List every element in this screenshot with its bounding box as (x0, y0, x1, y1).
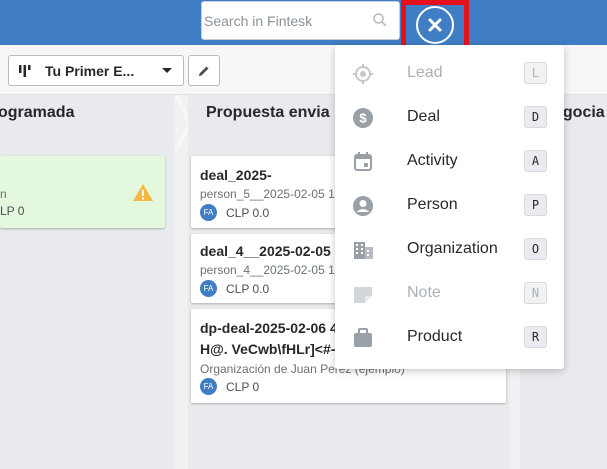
deal-card-title: deal_4__2025-02-05 (200, 243, 331, 259)
menu-item-deal[interactable]: $ Deal D (335, 96, 564, 140)
shortcut-key: N (524, 282, 547, 304)
avatar: FA (200, 204, 217, 221)
search-box[interactable] (201, 1, 400, 40)
deal-card-subtitle: person_5__2025-02-05 1 (200, 187, 335, 201)
calendar-icon (352, 151, 374, 173)
person-icon (352, 195, 374, 217)
deal-card-subtitle: person_4__2025-02-05 1 (200, 263, 335, 277)
shortcut-key: L (524, 62, 547, 84)
target-icon (352, 63, 374, 85)
deal-card[interactable]: n LP 0 (0, 156, 165, 228)
shortcut-key: A (524, 150, 547, 172)
menu-item-label: Organization (407, 240, 498, 257)
menu-item-label: Note (407, 284, 441, 301)
menu-item-note[interactable]: Note N (335, 272, 564, 316)
search-icon (372, 12, 388, 28)
deal-card-value: CLP 0.0 (226, 206, 270, 220)
avatar: FA (200, 378, 217, 395)
menu-item-label: Person (407, 196, 458, 213)
chevron-down-icon (162, 68, 172, 73)
shortcut-key: P (524, 194, 547, 216)
avatar: FA (200, 280, 217, 297)
menu-item-label: Activity (407, 152, 458, 169)
deal-card-subtitle: n (0, 187, 7, 201)
pipeline-select[interactable]: Tu Primer E... (8, 55, 184, 86)
shortcut-key: O (524, 238, 547, 260)
close-icon (428, 18, 442, 32)
stage-title: ogramada (0, 104, 75, 121)
menu-item-label: Deal (407, 108, 440, 125)
quick-add-close-button[interactable] (416, 6, 454, 44)
shortcut-key: D (524, 106, 547, 128)
menu-item-label: Lead (407, 64, 443, 81)
briefcase-icon (352, 327, 374, 349)
menu-item-product[interactable]: Product R (335, 316, 564, 360)
pencil-icon (199, 66, 209, 76)
menu-item-organization[interactable]: Organization O (335, 228, 564, 272)
deal-card-value: CLP 0.0 (226, 282, 270, 296)
pipeline-icon (18, 64, 32, 83)
shortcut-key: R (524, 326, 547, 348)
deal-card-title: deal_2025- (200, 167, 272, 183)
stage-title: Propuesta envia (206, 104, 330, 121)
menu-item-activity[interactable]: Activity A (335, 140, 564, 184)
menu-item-lead[interactable]: Lead L (335, 52, 564, 96)
warning-icon (133, 184, 153, 201)
pipeline-select-label: Tu Primer E... (45, 63, 135, 79)
deal-card-title: dp-deal-2025-02-06 4 (200, 320, 338, 336)
edit-pipeline-button[interactable] (188, 55, 220, 86)
menu-item-person[interactable]: Person P (335, 184, 564, 228)
search-input[interactable] (204, 2, 369, 39)
top-bar (0, 0, 607, 54)
deal-card-value: CLP 0 (226, 380, 260, 394)
deal-card-title-line2: H@. VeCwb\fHLr]<#- (200, 341, 336, 357)
stage-column: ogramada n LP 0 (0, 95, 176, 469)
note-icon (352, 283, 374, 305)
quick-add-menu: Lead L $ Deal D Activity A Person P Orga… (335, 45, 564, 369)
menu-item-label: Product (407, 328, 463, 345)
building-icon (352, 239, 374, 261)
svg-text:$: $ (359, 111, 367, 126)
deal-card-value: LP 0 (0, 204, 25, 218)
dollar-icon: $ (352, 107, 374, 129)
